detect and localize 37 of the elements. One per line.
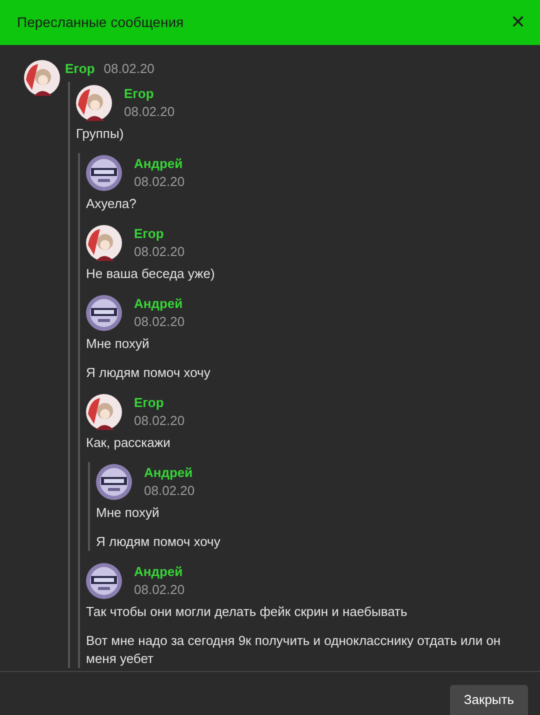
avatar [86,225,122,261]
message-date: 08.02.20 [134,173,185,191]
message-date: 08.02.20 [104,60,154,78]
author-name: Андрей [134,155,183,173]
message-text: Мне похуй [96,504,160,522]
avatar [86,394,122,430]
message-text: Ахуела? [86,195,138,213]
message-date: 08.02.20 [134,412,185,430]
author-name: Егор [134,394,164,412]
author-name: Егор [134,225,164,243]
avatar [86,155,122,191]
message-date: 08.02.20 [144,482,195,500]
message-text: Мне похуй [86,335,150,353]
author-name: Андрей [134,295,183,313]
message-text: Вот мне надо за сегодня 9к получить и однокласснику отдать или он меня уебет [86,632,502,668]
close-dialog-button[interactable]: Закрыть [450,685,528,715]
avatar [76,85,112,121]
avatar [86,295,122,331]
message-date: 08.02.20 [134,243,185,261]
avatar [24,60,60,96]
avatar [96,464,132,500]
message-text: Группы) [76,125,125,143]
message-text: Как, расскажи [86,434,172,452]
message-date: 08.02.20 [124,103,175,121]
author-name: Андрей [134,563,183,581]
message-date: 08.02.20 [134,313,185,331]
message-text: Я людям помоч хочу [96,533,222,551]
avatar [86,563,122,599]
message-date: 08.02.20 [134,581,185,599]
message-text: Так чтобы они могли делать фейк скрин и наебывать [86,603,408,621]
author-name: Андрей [144,464,193,482]
window-title: Пересланные сообщения [17,13,184,32]
author-name: Егор [124,85,154,103]
message-text: Не ваша беседа уже) [86,265,216,283]
close-button[interactable]: ✕ [506,10,530,34]
author-name: Егор [65,60,95,78]
message-text: Я людям помоч хочу [86,364,212,382]
